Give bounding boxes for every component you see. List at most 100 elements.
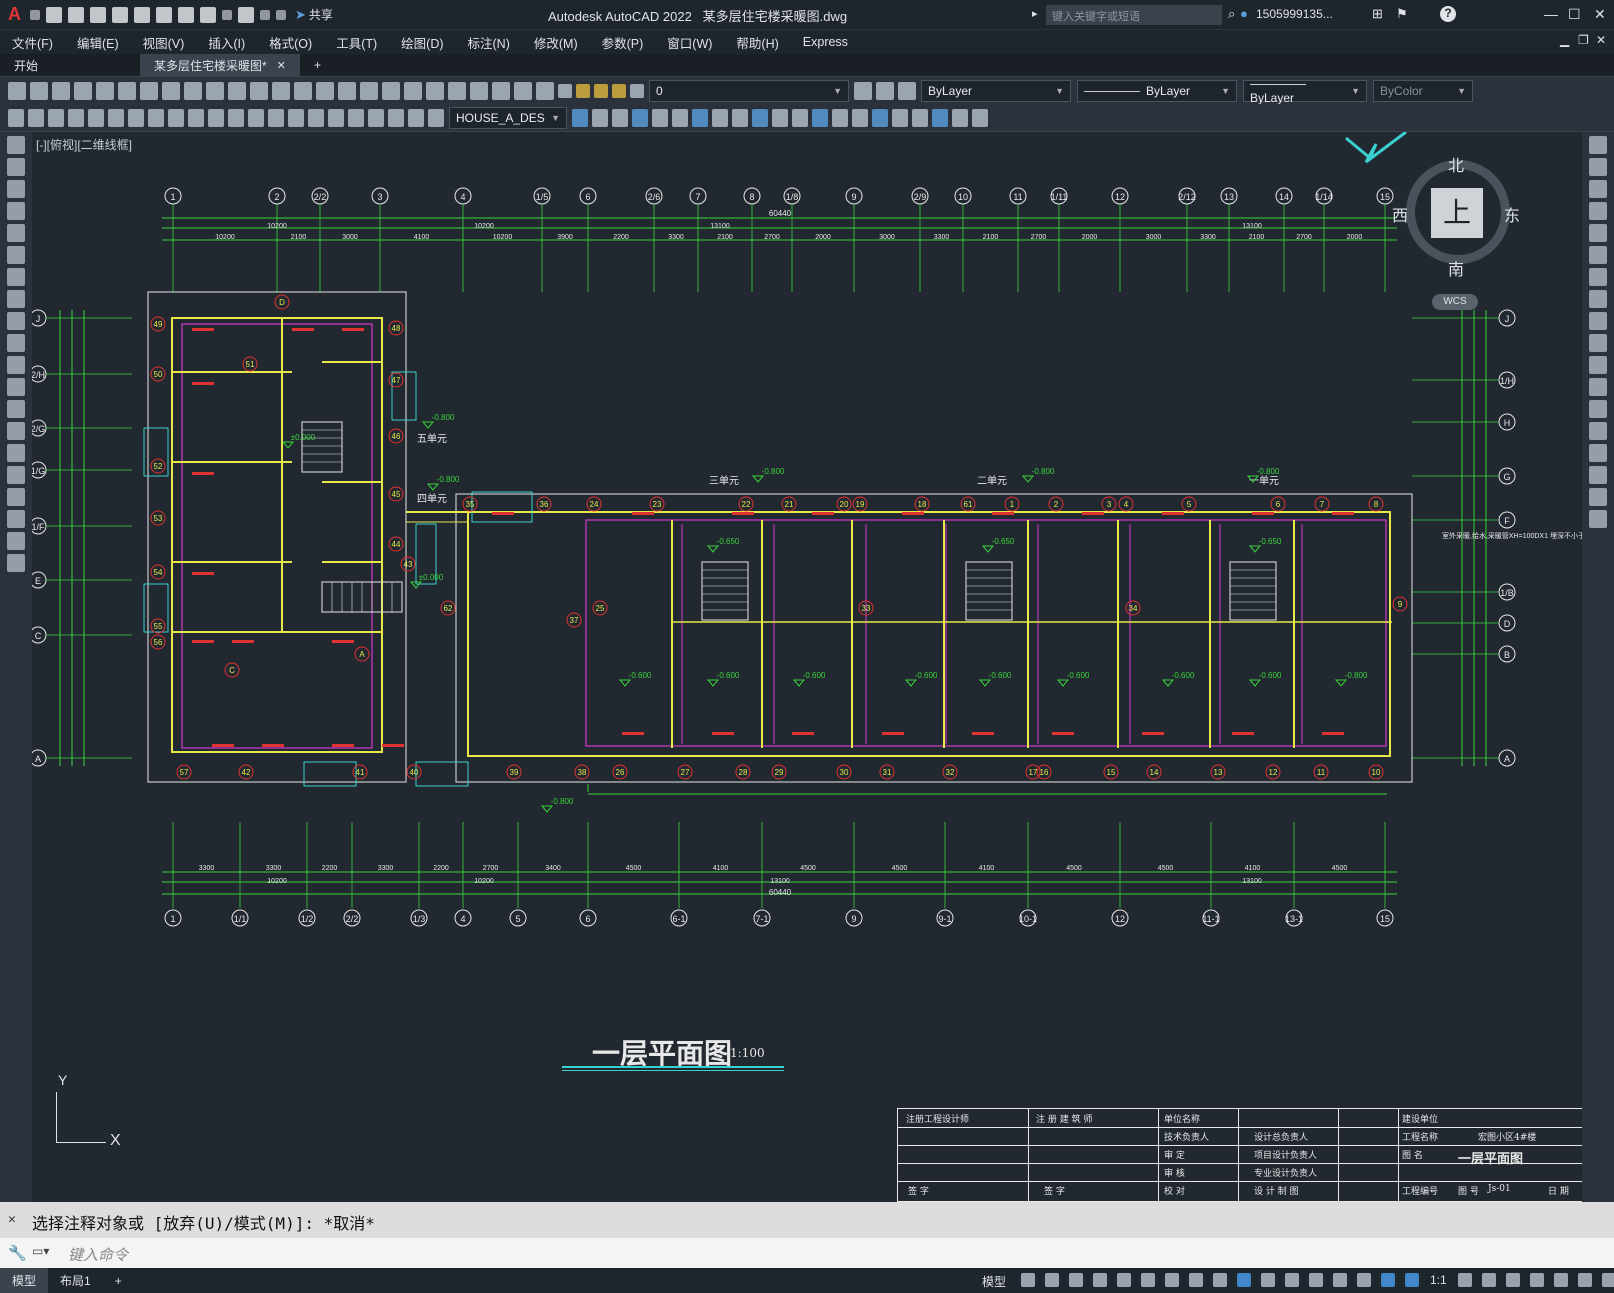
menu-item-10[interactable]: 窗口(W) [655,33,724,52]
zoom-window-icon[interactable] [360,81,378,100]
lock-icon[interactable] [630,83,644,98]
layer-off-icon[interactable] [672,108,688,127]
layer-states-icon[interactable] [898,81,916,100]
wireframe-icon[interactable] [832,108,848,127]
lock-ui-icon[interactable] [1553,1273,1568,1287]
close-command-icon[interactable]: ✕ [8,1212,16,1227]
construction-line-icon[interactable] [7,158,25,176]
wcs-menu[interactable]: WCS [1432,294,1478,310]
undo-icon[interactable] [200,6,216,23]
quick-props-icon[interactable] [1529,1273,1544,1287]
copy-icon[interactable] [184,81,202,100]
quick-dim-icon[interactable] [208,108,224,127]
customize-qat-icon[interactable] [276,9,286,20]
publish-icon[interactable] [118,81,136,100]
3d-print-icon[interactable] [140,81,158,100]
linetype-select[interactable]: ByLayer ▼ [1077,79,1237,102]
layer-unlock-icon[interactable] [712,108,728,127]
save-icon[interactable] [52,81,70,100]
hidden-icon[interactable] [852,108,868,127]
undo-icon[interactable] [272,81,290,100]
dim-update2-icon[interactable] [428,108,444,127]
tab-close-icon[interactable]: ✕ [277,59,286,72]
search-icon[interactable]: ⌕ [1228,6,1235,22]
stretch-icon[interactable] [1589,312,1607,330]
dim-update-icon[interactable] [8,108,24,127]
maximize-button[interactable]: ☐ [1568,6,1581,23]
undo-dropdown-icon[interactable] [222,9,232,20]
menu-item-12[interactable]: Express [791,35,860,49]
dim-angular-icon[interactable] [188,108,204,127]
layer-unisolate-icon[interactable] [632,108,648,127]
polygon-icon[interactable] [7,202,25,220]
gradient-icon[interactable] [7,466,25,484]
new-file-icon[interactable] [46,6,62,23]
properties-icon[interactable] [404,81,422,100]
break-at-point-icon[interactable] [1589,378,1607,396]
dim-diameter-icon[interactable] [168,108,184,127]
annotation-scale-button[interactable]: 1:1 [1430,1273,1447,1287]
connect-icon[interactable]: ⚑ [1396,6,1408,22]
save-to-web-icon[interactable] [156,6,172,23]
fillet-icon[interactable] [1589,466,1607,484]
dim-jogged-icon[interactable] [148,108,164,127]
rectangle-icon[interactable] [7,224,25,242]
osnap-tracking-icon[interactable] [1165,1273,1179,1287]
ellipse-icon[interactable] [7,334,25,352]
erase-icon[interactable] [1589,136,1607,154]
layer-select[interactable]: 0 ▼ [649,79,849,102]
jogged-linear-icon[interactable] [368,108,384,127]
rotate-icon[interactable] [1589,268,1607,286]
customize-icon[interactable]: 🔧 [8,1244,27,1262]
graphics-perf-icon[interactable] [1601,1273,1614,1287]
menu-item-5[interactable]: 工具(T) [324,33,389,52]
mirror-icon[interactable] [1589,180,1607,198]
solid-icon[interactable] [952,108,968,127]
menu-item-2[interactable]: 视图(V) [131,33,197,52]
viewcube-top-face[interactable]: 上 [1431,188,1483,238]
markup-icon[interactable] [492,81,510,100]
inspect-icon[interactable] [348,108,364,127]
cut-icon[interactable] [162,81,180,100]
search-input[interactable]: 键入关键字或短语 [1046,5,1222,25]
dim-edit-icon[interactable] [388,108,404,127]
polar-icon[interactable] [1117,1273,1131,1287]
line-icon[interactable] [7,136,25,154]
spline-icon[interactable] [7,312,25,330]
lineweight-select[interactable]: ByLayer ▼ [1243,79,1367,105]
dim-space-icon[interactable] [268,108,284,127]
join-icon[interactable] [1589,422,1607,440]
offset-icon[interactable] [1589,202,1607,220]
tab-model[interactable]: 模型 [0,1268,49,1293]
sheet-set-icon[interactable] [470,81,488,100]
menu-item-8[interactable]: 修改(M) [522,33,590,52]
menu-item-1[interactable]: 编辑(E) [65,33,131,52]
blend-icon[interactable] [1589,488,1607,506]
insert-block-icon[interactable] [7,378,25,396]
lineweight-icon[interactable] [1213,1273,1227,1287]
point-icon[interactable] [7,422,25,440]
viewcube-west[interactable]: 西 [1392,202,1408,226]
new-tab-button[interactable]: + [300,54,335,76]
zoom-previous-icon[interactable] [382,81,400,100]
new-layout-button[interactable]: + [103,1268,134,1293]
layer-properties-icon[interactable] [558,83,572,98]
print-icon[interactable] [74,81,92,100]
help-icon[interactable]: ? [1440,6,1456,22]
revision-cloud-icon[interactable] [7,290,25,308]
viewcube-north[interactable]: 北 [1448,152,1464,176]
dim-linear-icon[interactable] [48,108,64,127]
dim-aligned-icon[interactable] [68,108,84,127]
autocad-logo-icon[interactable]: A [0,4,27,25]
model-space-button[interactable]: 模型 [982,1273,1006,1290]
viewcube-south[interactable]: 南 [1448,256,1464,280]
conceptual-icon[interactable] [892,108,908,127]
layer-isolate-icon[interactable] [612,108,628,127]
text-style-select[interactable]: HOUSE_A_DES ▼ [449,106,567,129]
menu-item-4[interactable]: 格式(O) [257,33,324,52]
open-from-web-icon[interactable] [134,6,150,23]
match-prop-icon[interactable] [228,81,246,100]
redo-icon[interactable] [294,81,312,100]
bulb-icon[interactable] [576,83,590,98]
annotation-visibility-icon[interactable] [1381,1273,1395,1287]
